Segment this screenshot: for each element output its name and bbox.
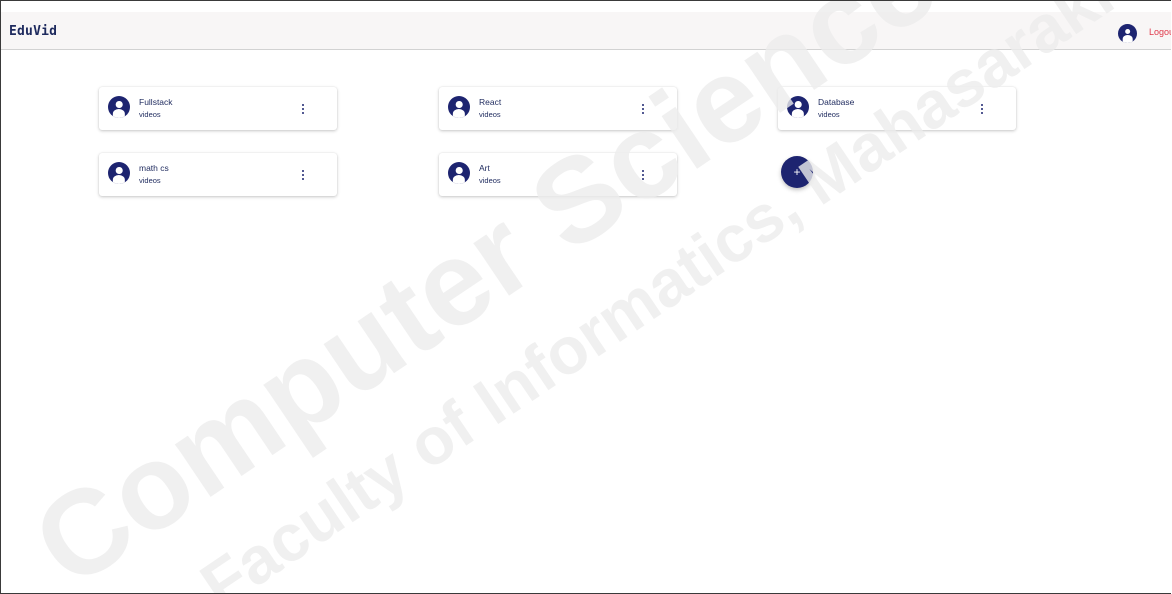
course-avatar-icon xyxy=(448,162,470,184)
more-options-icon[interactable] xyxy=(300,104,306,116)
course-card-art[interactable]: Art videos xyxy=(439,153,677,196)
more-options-icon[interactable] xyxy=(979,104,985,116)
course-avatar-icon xyxy=(108,162,130,184)
course-subtitle: videos xyxy=(139,110,161,119)
course-subtitle: videos xyxy=(479,176,501,185)
course-subtitle: videos xyxy=(479,110,501,119)
more-options-icon[interactable] xyxy=(300,170,306,182)
app-brand[interactable]: EduVid xyxy=(9,24,57,39)
top-app-bar: EduVid Logou xyxy=(1,12,1171,50)
more-options-icon[interactable] xyxy=(640,170,646,182)
course-card-math-cs[interactable]: math cs videos xyxy=(99,153,337,196)
course-avatar-icon xyxy=(787,96,809,118)
more-options-icon[interactable] xyxy=(640,104,646,116)
course-subtitle: videos xyxy=(818,110,840,119)
course-card-react[interactable]: React videos xyxy=(439,87,677,130)
app-window: EduVid Logou Fullstack videos React vide… xyxy=(0,0,1171,594)
logout-button[interactable]: Logou xyxy=(1149,27,1171,37)
course-title: Database xyxy=(818,97,855,107)
course-title: Fullstack xyxy=(139,97,173,107)
course-title: Art xyxy=(479,163,490,173)
course-title: React xyxy=(479,97,502,107)
course-avatar-icon xyxy=(448,96,470,118)
account-icon[interactable] xyxy=(1118,24,1137,43)
course-avatar-icon xyxy=(108,96,130,118)
course-card-database[interactable]: Database videos xyxy=(778,87,1016,130)
course-title: math cs xyxy=(139,163,169,173)
add-course-button[interactable]: + xyxy=(781,156,813,188)
course-subtitle: videos xyxy=(139,176,161,185)
course-card-fullstack[interactable]: Fullstack videos xyxy=(99,87,337,130)
